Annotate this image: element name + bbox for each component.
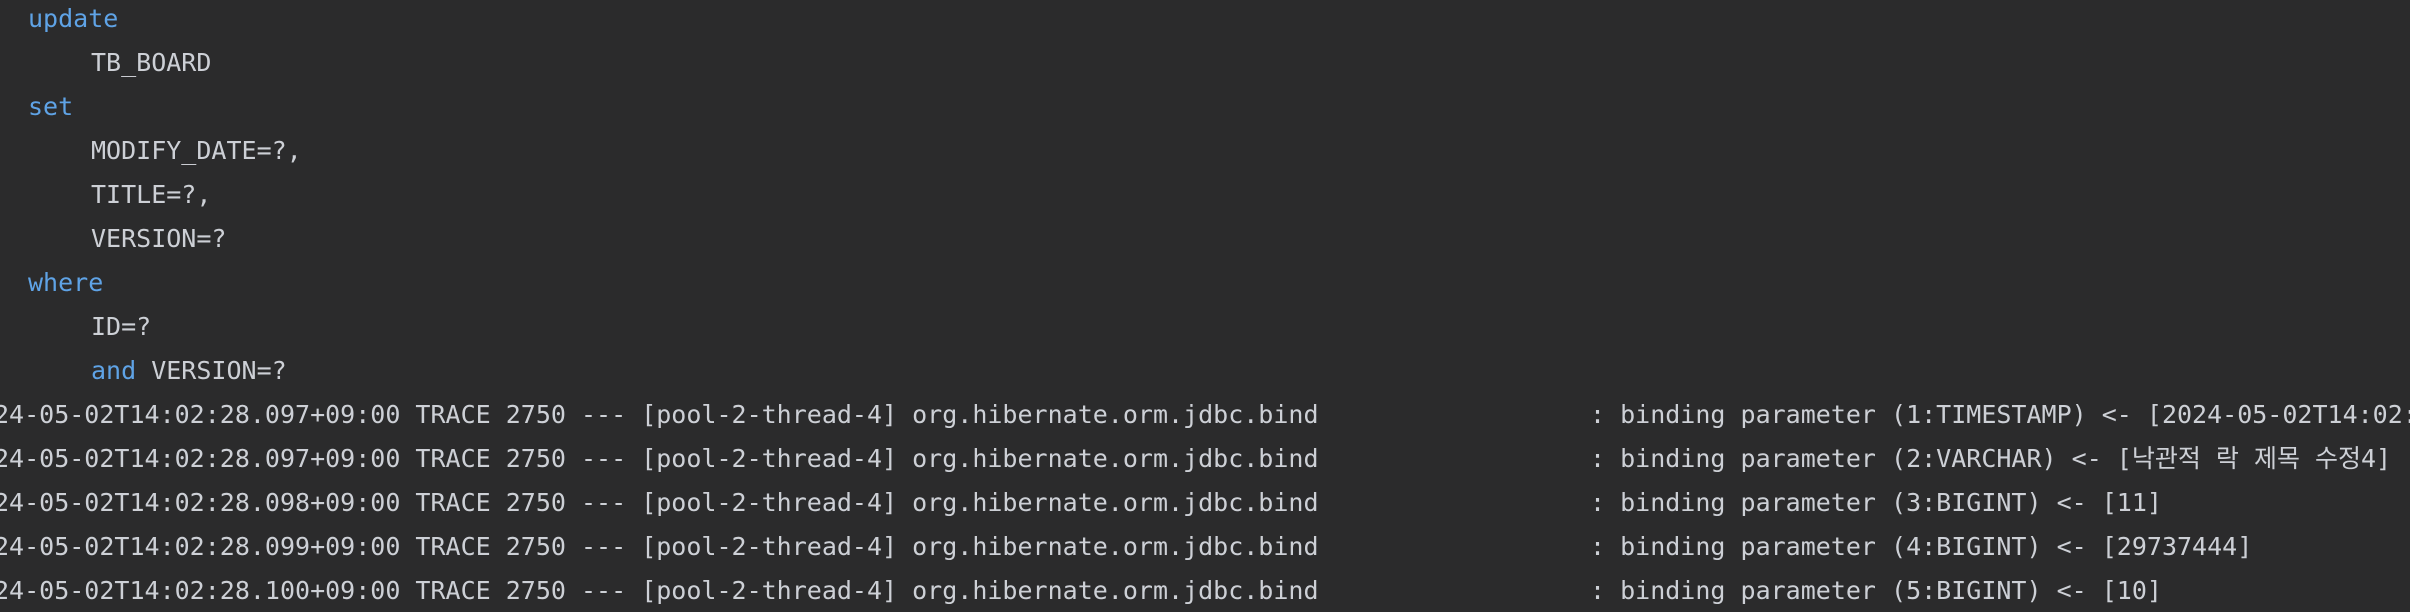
sql-keyword-and: and (91, 356, 137, 385)
log-line: 24-05-02T14:02:28.097+09:00 TRACE 2750 -… (0, 437, 2391, 481)
sql-keyword-update: update (28, 4, 119, 33)
log-prefix: 24-05-02T14:02:28.100+09:00 TRACE 2750 -… (0, 576, 1319, 605)
sql-table-name: TB_BOARD (91, 48, 212, 77)
log-message: : binding parameter (3:BIGINT) <- [11] (1590, 488, 2162, 517)
sql-keyword-where: where (28, 268, 104, 297)
sql-column-version: VERSION=? (91, 224, 227, 253)
sql-column-title: TITLE=?, (91, 180, 212, 209)
sql-condition-id: ID=? (91, 312, 152, 341)
log-message: : binding parameter (5:BIGINT) <- [10] (1590, 576, 2162, 605)
sql-condition-version-line: and VERSION=? (91, 349, 287, 393)
log-line: 24-05-02T14:02:28.099+09:00 TRACE 2750 -… (0, 525, 2252, 569)
log-line: 24-05-02T14:02:28.097+09:00 TRACE 2750 -… (0, 393, 2410, 437)
console-output[interactable]: update TB_BOARD set MODIFY_DATE=?, TITLE… (0, 0, 2410, 612)
log-prefix: 24-05-02T14:02:28.099+09:00 TRACE 2750 -… (0, 532, 1319, 561)
sql-condition-version: VERSION=? (136, 356, 287, 385)
log-message: : binding parameter (2:VARCHAR) <- [낙관적 … (1590, 444, 2392, 473)
log-message: : binding parameter (4:BIGINT) <- [29737… (1590, 532, 2253, 561)
sql-column-modify-date: MODIFY_DATE=?, (91, 136, 302, 165)
log-line: 24-05-02T14:02:28.098+09:00 TRACE 2750 -… (0, 481, 2162, 525)
log-prefix: 24-05-02T14:02:28.097+09:00 TRACE 2750 -… (0, 444, 1319, 473)
log-prefix: 24-05-02T14:02:28.097+09:00 TRACE 2750 -… (0, 400, 1319, 429)
sql-keyword-set: set (28, 92, 74, 121)
log-message: : binding parameter (1:TIMESTAMP) <- [20… (1590, 400, 2410, 429)
log-prefix: 24-05-02T14:02:28.098+09:00 TRACE 2750 -… (0, 488, 1319, 517)
log-line: 24-05-02T14:02:28.100+09:00 TRACE 2750 -… (0, 569, 2162, 612)
